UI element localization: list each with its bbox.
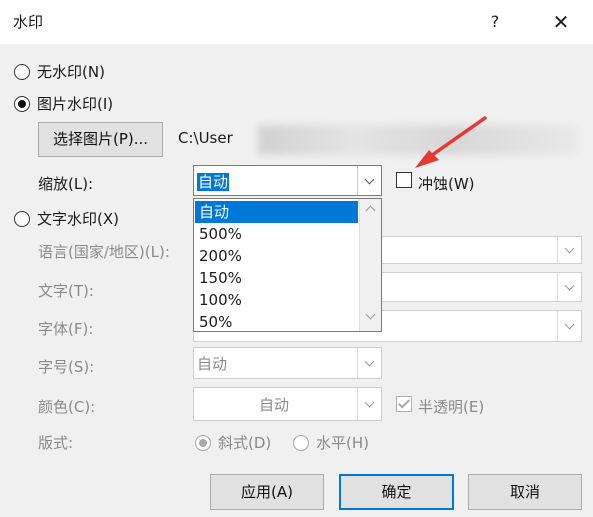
chevron-down-icon <box>364 174 375 184</box>
font-combo-arrow[interactable] <box>557 311 581 341</box>
size-combo-value: 自动 <box>197 355 228 373</box>
radio-no-watermark[interactable]: 无水印(N) <box>14 61 105 82</box>
font-label: 字体(F): <box>38 320 94 338</box>
chevron-down-icon <box>364 356 375 367</box>
radio-circle <box>14 95 30 112</box>
close-icon[interactable]: ✕ <box>541 6 581 38</box>
ok-button[interactable]: 确定 <box>339 474 454 510</box>
watermark-dialog: 水印 ? ✕ 无水印(N) 图片水印(I) 选择图片(P)... C:\User… <box>0 0 593 517</box>
scale-option-150[interactable]: 150% <box>195 267 358 289</box>
scale-option-500[interactable]: 500% <box>195 223 358 245</box>
language-label: 语言(国家/地区)(L): <box>38 243 170 261</box>
size-combo[interactable]: 自动 <box>193 347 382 379</box>
scroll-up-icon[interactable] <box>365 205 376 216</box>
scroll-down-icon[interactable] <box>365 309 376 320</box>
help-icon[interactable]: ? <box>475 6 515 38</box>
radio-circle <box>293 434 309 451</box>
color-label: 颜色(C): <box>38 398 96 416</box>
radio-picture-watermark[interactable]: 图片水印(I) <box>14 93 113 114</box>
radio-circle <box>14 63 30 80</box>
semitransparent-label: 半透明(E) <box>418 398 485 416</box>
chevron-down-icon <box>564 280 575 291</box>
apply-button[interactable]: 应用(A) <box>210 474 324 510</box>
language-combo-arrow[interactable] <box>557 237 581 263</box>
scale-combo-arrow[interactable] <box>357 166 381 195</box>
title-bar: 水印 ? ✕ <box>0 0 593 44</box>
size-label: 字号(S): <box>38 358 95 376</box>
layout-label: 版式: <box>38 434 74 452</box>
radio-diagonal-label: 斜式(D) <box>218 434 272 452</box>
dropdown-scrollbar[interactable] <box>359 199 381 331</box>
dialog-title: 水印 <box>13 13 44 31</box>
radio-diagonal[interactable]: 斜式(D) <box>195 432 271 453</box>
picture-path-text: C:\User <box>178 129 233 147</box>
semitransparent-checkbox[interactable] <box>396 396 412 412</box>
scale-option-auto[interactable]: 自动 <box>195 201 358 223</box>
chevron-down-icon <box>364 397 375 408</box>
color-combo-arrow[interactable] <box>357 388 381 420</box>
color-combo-value: 自动 <box>259 396 290 414</box>
radio-text-watermark[interactable]: 文字水印(X) <box>14 208 119 229</box>
radio-horizontal[interactable]: 水平(H) <box>293 432 369 453</box>
scale-option-50[interactable]: 50% <box>195 311 358 333</box>
select-picture-button[interactable]: 选择图片(P)... <box>38 122 163 157</box>
picture-path: C:\User <box>178 125 578 155</box>
color-combo[interactable]: 自动 <box>193 387 382 421</box>
radio-circle <box>195 434 211 451</box>
chevron-down-icon <box>564 243 575 254</box>
scale-option-200[interactable]: 200% <box>195 245 358 267</box>
radio-picture-watermark-label: 图片水印(I) <box>37 95 114 113</box>
radio-circle <box>14 210 30 227</box>
scale-option-100[interactable]: 100% <box>195 289 358 311</box>
scale-combo-value: 自动 <box>197 171 230 192</box>
radio-horizontal-label: 水平(H) <box>316 434 369 452</box>
checkmark-icon <box>397 396 411 409</box>
scale-label: 缩放(L): <box>38 175 94 193</box>
radio-text-watermark-label: 文字水印(X) <box>37 210 119 228</box>
scale-dropdown-list: 自动 500% 200% 150% 100% 50% <box>193 198 382 332</box>
size-combo-arrow[interactable] <box>357 348 381 378</box>
washout-label: 冲蚀(W) <box>418 175 475 193</box>
text-label: 文字(T): <box>38 282 94 300</box>
washout-checkbox[interactable] <box>396 172 412 188</box>
scale-selected-text: 自动 <box>197 173 230 191</box>
text-combo-arrow[interactable] <box>557 273 581 301</box>
cancel-button[interactable]: 取消 <box>468 474 582 510</box>
chevron-down-icon <box>564 319 575 330</box>
radio-no-watermark-label: 无水印(N) <box>37 63 105 81</box>
annotation-arrow-icon <box>415 116 487 168</box>
scale-combo[interactable]: 自动 <box>193 165 382 196</box>
